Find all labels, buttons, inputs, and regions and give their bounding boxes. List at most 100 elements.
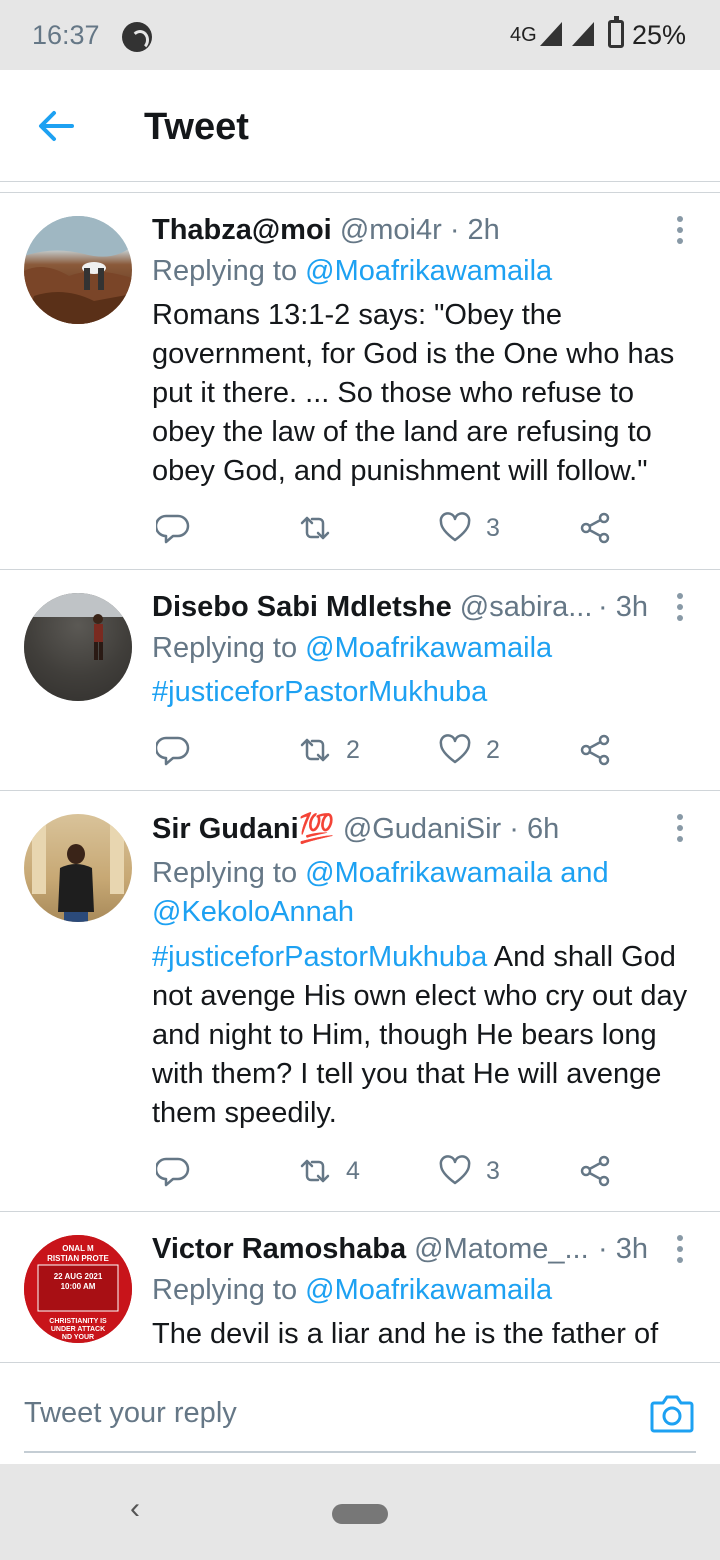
tweet-time: · 6h [509,813,560,845]
author-name[interactable]: Thabza@moi [152,214,332,246]
tweet-actions: 3 [0,508,720,548]
heart-icon [439,1155,471,1185]
like-count: 3 [486,1156,500,1185]
replying-to: Replying to @Moafrikawamaila [152,252,552,291]
tweet-header: Sir Gudani💯 @GudaniSir · 6h [152,812,559,846]
tweet-time: · 3h [598,591,648,623]
reply-mention[interactable]: @Moafrikawamaila [305,255,552,287]
replying-prefix: Replying to [152,632,306,664]
status-time: 16:37 [32,20,100,50]
tweet-header: Disebo Sabi Mdletshe @sabira... [152,591,592,624]
nav-back-icon[interactable]: ‹ [130,1492,140,1526]
author-handle[interactable]: @Matome_... [414,1233,589,1265]
poster-text: 10:00 AM [61,1282,96,1291]
reply-mention[interactable]: @Moafrikawamaila [305,632,552,664]
avatar-poster: ONAL M RISTIAN PROTE 22 AUG 2021 10:00 A… [24,1235,132,1343]
avatar[interactable]: ONAL M RISTIAN PROTE 22 AUG 2021 10:00 A… [24,1235,132,1343]
reply-button[interactable] [156,1151,190,1191]
more-vertical-icon[interactable] [672,1235,688,1265]
poster-text: 22 AUG 2021 [54,1272,103,1281]
battery-icon [608,16,624,48]
system-nav-bar: ‹ [0,1464,720,1560]
replying-to: Replying to @Moafrikawamaila [152,629,552,668]
share-button[interactable] [578,730,612,770]
reply-input[interactable]: Tweet your reply [24,1397,237,1430]
like-button[interactable]: 3 [438,508,500,548]
tweet-header: Victor Ramoshaba @Matome_... [152,1233,589,1266]
replying-prefix: Replying to [152,255,306,287]
whatsapp-icon [122,22,152,52]
share-icon [580,734,610,766]
top-app-bar: Tweet [0,70,720,182]
author-handle[interactable]: @sabira... [460,591,593,623]
divider [0,192,720,193]
avatar[interactable] [24,216,132,324]
like-button[interactable]: 3 [438,1151,500,1191]
page-title: Tweet [144,106,249,148]
replying-to: Replying to @Moafrikawamaila [152,1271,552,1310]
battery-percent: 25% [632,20,687,50]
camera-icon[interactable] [650,1393,694,1433]
share-icon [580,1155,610,1187]
reply-button[interactable] [156,508,190,548]
more-vertical-icon[interactable] [672,216,688,246]
author-handle[interactable]: @GudaniSir [343,813,501,845]
poster-text: ONAL M [62,1244,94,1253]
retweet-button[interactable]: 4 [298,1151,360,1191]
tweet-text: #justiceforPastorMukhuba [152,673,692,712]
back-arrow-icon[interactable] [30,100,82,152]
home-pill-icon[interactable] [332,1504,388,1524]
retweet-icon [300,516,330,540]
tweet-time: · 3h [598,1233,648,1265]
author-name[interactable]: Disebo Sabi Mdletshe [152,591,452,623]
replying-prefix: Replying to [152,857,306,889]
tweet-actions: 4 3 [0,1151,720,1191]
poster-text: RISTIAN PROTE [47,1254,109,1263]
retweet-count: 2 [346,735,360,764]
hashtag-link[interactable]: #justiceforPastorMukhuba [152,941,487,973]
hashtag-link[interactable]: #justiceforPastorMukhuba [152,676,487,708]
tweet-header: Thabza@moi @moi4r · 2h [152,214,500,247]
reply-mention[interactable]: @Moafrikawamaila and [305,857,608,889]
signal-icon [540,22,562,46]
retweet-button[interactable]: 2 [298,730,360,770]
tweet-item[interactable]: Disebo Sabi Mdletshe @sabira... · 3h Rep… [0,571,720,791]
author-handle[interactable]: @moi4r [340,214,442,246]
replying-to: Replying to @Moafrikawamaila and @Kekolo… [152,854,609,932]
tweet-actions: 2 2 [0,730,720,770]
reply-mention[interactable]: @KekoloAnnah [152,896,354,928]
more-vertical-icon[interactable] [672,593,688,623]
tweet-item[interactable]: ONAL M RISTIAN PROTE 22 AUG 2021 10:00 A… [0,1213,720,1362]
like-count: 3 [486,513,500,542]
retweet-icon [300,1159,330,1183]
author-name[interactable]: Sir Gudani💯 [152,813,335,845]
share-button[interactable] [578,508,612,548]
signal-icon [572,22,594,46]
tweet-item[interactable]: Sir Gudani💯 @GudaniSir · 6h Replying to … [0,792,720,1212]
more-vertical-icon[interactable] [672,814,688,844]
status-bar: 16:37 4G 25% [0,0,720,70]
replying-prefix: Replying to [152,1274,306,1306]
tweet-text: #justiceforPastorMukhuba And shall God n… [152,938,692,1133]
retweet-count: 4 [346,1156,360,1185]
avatar[interactable] [24,593,132,701]
share-icon [580,512,610,544]
network-type: 4G [510,24,537,46]
avatar-photo [32,824,124,922]
reply-mention[interactable]: @Moafrikawamaila [305,1274,552,1306]
heart-icon [439,734,471,764]
like-button[interactable]: 2 [438,730,500,770]
avatar-photo [24,216,132,324]
tweet-item[interactable]: Thabza@moi @moi4r · 2h Replying to @Moaf… [0,194,720,570]
reply-icon [156,1157,190,1187]
poster-text: ND YOUR [62,1334,94,1341]
input-underline [24,1451,696,1453]
retweet-button[interactable] [298,508,332,548]
poster-text: UNDER ATTACK [51,1326,105,1333]
avatar[interactable] [24,814,132,922]
author-name[interactable]: Victor Ramoshaba [152,1233,406,1265]
reply-icon [156,514,190,544]
reply-button[interactable] [156,730,190,770]
share-button[interactable] [578,1151,612,1191]
tweet-time: · 2h [449,214,500,246]
